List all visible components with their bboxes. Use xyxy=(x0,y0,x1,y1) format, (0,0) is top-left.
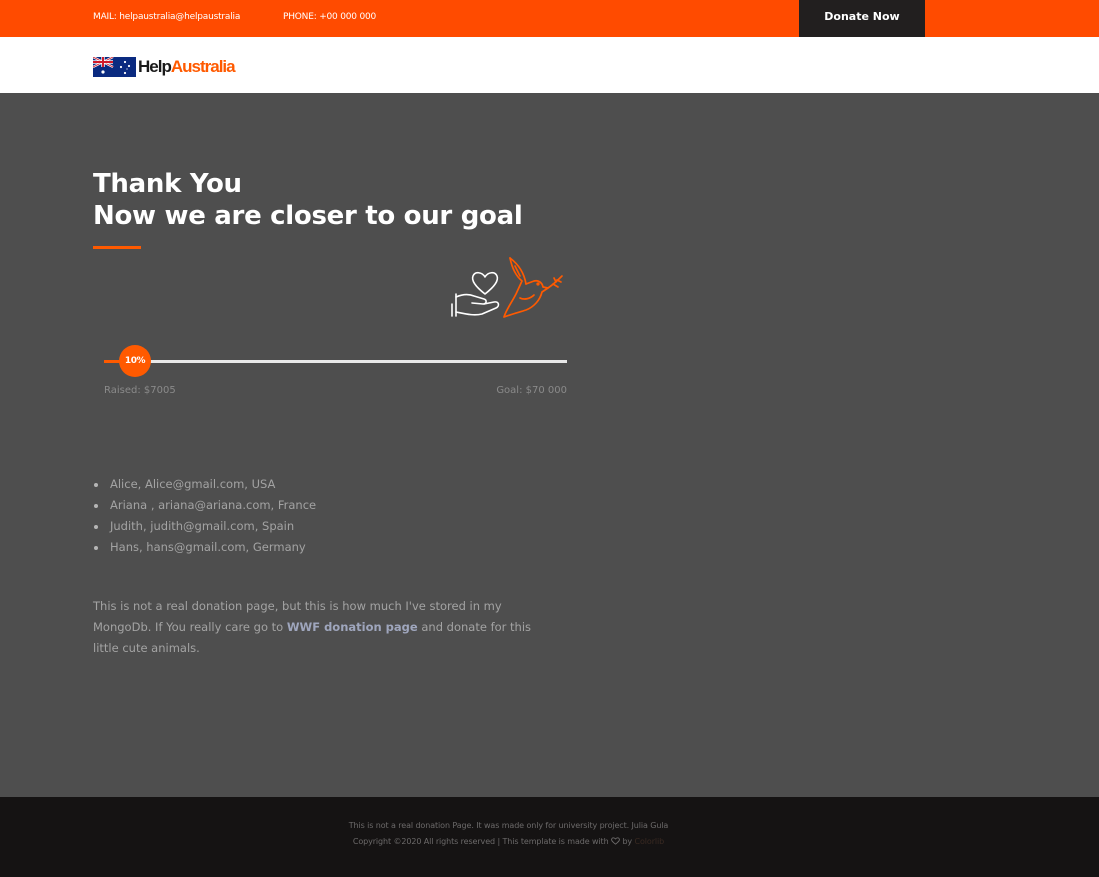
hand-heart-dove-icon xyxy=(451,257,563,318)
logo[interactable]: HelpAustralia xyxy=(93,57,236,77)
list-item: Hans, hans@gmail.com, Germany xyxy=(92,537,316,558)
navbar: HelpAustralia xyxy=(0,37,1099,93)
goal-amount: Goal: $70 000 xyxy=(496,385,567,396)
raised-amount: Raised: $7005 xyxy=(104,385,176,396)
progress-percent-badge: 10% xyxy=(119,345,151,377)
contact-phone: PHONE: +00 000 000 xyxy=(283,12,377,22)
brand-name: HelpAustralia xyxy=(138,57,236,76)
footer: This is not a real donation Page. It was… xyxy=(0,797,1099,877)
donate-now-button[interactable]: Donate Now xyxy=(799,0,925,37)
australia-flag-icon xyxy=(93,57,136,77)
title-underline xyxy=(93,246,141,249)
footer-copyright: Copyright ©2020 All rights reserved | Th… xyxy=(352,837,665,846)
footer-disclaimer: This is not a real donation Page. It was… xyxy=(348,821,669,830)
list-item: Alice, Alice@gmail.com, USA xyxy=(92,474,316,495)
list-item: Ariana , ariana@ariana.com, France xyxy=(92,495,316,516)
list-item: Judith, judith@gmail.com, Spain xyxy=(92,516,316,537)
title-line-1: Thank You xyxy=(93,169,242,199)
top-bar: MAIL: helpaustralia@helpaustralia PHONE:… xyxy=(0,0,1099,37)
colorlib-link[interactable]: Colorlib xyxy=(635,837,665,846)
donor-list: Alice, Alice@gmail.com, USA Ariana , ari… xyxy=(92,474,316,558)
title-line-2: Now we are closer to our goal xyxy=(93,201,523,231)
page-title: Thank You Now we are closer to our goal xyxy=(93,168,523,232)
dove-icon xyxy=(503,257,563,318)
progress-track xyxy=(104,360,567,363)
hand-heart-icon xyxy=(451,271,500,317)
contact-mail: MAIL: helpaustralia@helpaustralia xyxy=(93,12,241,22)
wwf-donation-link[interactable]: WWF donation page xyxy=(287,620,418,634)
disclaimer-text: This is not a real donation page, but th… xyxy=(93,599,532,655)
heart-icon xyxy=(611,837,620,845)
